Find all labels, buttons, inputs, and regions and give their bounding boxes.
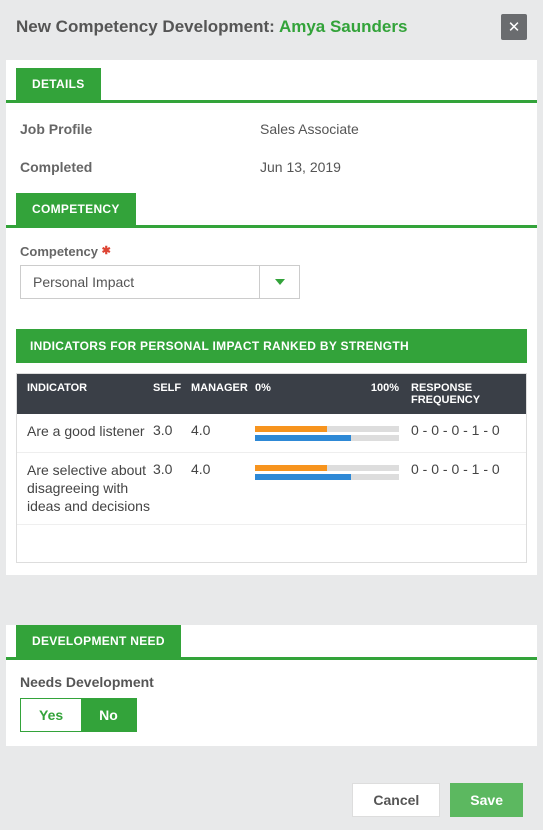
manager-bar bbox=[255, 474, 399, 480]
competency-tabbar: COMPETENCY bbox=[6, 193, 537, 228]
tab-development-need[interactable]: DEVELOPMENT NEED bbox=[16, 625, 181, 657]
close-icon: ✕ bbox=[508, 18, 521, 36]
cell-self: 3.0 bbox=[153, 461, 191, 477]
manager-bar bbox=[255, 435, 399, 441]
toggle-yes[interactable]: Yes bbox=[21, 699, 81, 731]
save-button[interactable]: Save bbox=[450, 783, 523, 817]
development-need-section: DEVELOPMENT NEED Needs Development Yes N… bbox=[6, 625, 537, 746]
cell-manager: 4.0 bbox=[191, 422, 255, 438]
details-tabbar: DETAILS bbox=[6, 60, 537, 103]
tab-competency[interactable]: COMPETENCY bbox=[16, 193, 136, 225]
col-indicator: INDICATOR bbox=[23, 382, 153, 406]
completed-label: Completed bbox=[20, 159, 260, 175]
main-content: DETAILS Job Profile Sales Associate Comp… bbox=[6, 60, 537, 575]
cancel-button[interactable]: Cancel bbox=[352, 783, 440, 817]
devneed-tabbar: DEVELOPMENT NEED bbox=[6, 625, 537, 660]
competency-dropdown-value: Personal Impact bbox=[21, 266, 259, 298]
close-button[interactable]: ✕ bbox=[501, 14, 527, 40]
table-row: Are selective about disagreeing with ide… bbox=[17, 453, 526, 525]
self-bar-fill bbox=[255, 465, 327, 471]
dropdown-caret bbox=[259, 266, 299, 298]
self-bar bbox=[255, 426, 399, 432]
self-bar bbox=[255, 465, 399, 471]
toggle-no[interactable]: No bbox=[81, 699, 136, 731]
col-bar-range: 0% 100% bbox=[255, 382, 405, 406]
pct-0: 0% bbox=[255, 382, 271, 406]
completed-row: Completed Jun 13, 2019 bbox=[6, 155, 537, 193]
job-profile-value: Sales Associate bbox=[260, 121, 359, 137]
required-icon: ✱ bbox=[102, 245, 111, 257]
chevron-down-icon bbox=[275, 279, 285, 285]
table-row: Are a good listener3.04.0 0 - 0 - 0 - 1 -… bbox=[17, 414, 526, 453]
competency-dropdown[interactable]: Personal Impact bbox=[20, 265, 300, 299]
job-profile-row: Job Profile Sales Associate bbox=[6, 103, 537, 155]
manager-bar-fill bbox=[255, 474, 351, 480]
modal-title: New Competency Development: Amya Saunder… bbox=[16, 17, 407, 37]
manager-bar-fill bbox=[255, 435, 351, 441]
tab-details[interactable]: DETAILS bbox=[16, 68, 101, 100]
needs-development-label: Needs Development bbox=[6, 660, 537, 698]
table-header-row: INDICATOR SELF MANAGER 0% 100% RESPONSE … bbox=[17, 374, 526, 414]
indicators-header: INDICATORS FOR PERSONAL IMPACT RANKED BY… bbox=[16, 329, 527, 363]
modal-header: New Competency Development: Amya Saunder… bbox=[0, 0, 543, 60]
cell-frequency: 0 - 0 - 0 - 1 - 0 bbox=[405, 422, 520, 438]
title-prefix: New Competency Development: bbox=[16, 17, 279, 36]
cell-frequency: 0 - 0 - 0 - 1 - 0 bbox=[405, 461, 520, 477]
cell-bars bbox=[255, 461, 405, 483]
cell-indicator: Are a good listener bbox=[23, 422, 153, 440]
cell-bars bbox=[255, 422, 405, 444]
job-profile-label: Job Profile bbox=[20, 121, 260, 137]
competency-field-row: Competency ✱ Personal Impact bbox=[6, 228, 537, 307]
col-manager: MANAGER bbox=[191, 382, 255, 406]
needs-development-toggle: Yes No bbox=[20, 698, 137, 732]
cell-indicator: Are selective about disagreeing with ide… bbox=[23, 461, 153, 516]
competency-label: Competency ✱ bbox=[20, 244, 523, 259]
indicators-table: INDICATOR SELF MANAGER 0% 100% RESPONSE … bbox=[16, 373, 527, 563]
cell-self: 3.0 bbox=[153, 422, 191, 438]
col-frequency: RESPONSE FREQUENCY bbox=[405, 382, 520, 406]
self-bar-fill bbox=[255, 426, 327, 432]
title-person: Amya Saunders bbox=[279, 17, 408, 36]
pct-100: 100% bbox=[371, 382, 399, 406]
table-fade bbox=[17, 522, 526, 562]
footer-actions: Cancel Save bbox=[0, 770, 543, 830]
completed-value: Jun 13, 2019 bbox=[260, 159, 341, 175]
cell-manager: 4.0 bbox=[191, 461, 255, 477]
col-self: SELF bbox=[153, 382, 191, 406]
